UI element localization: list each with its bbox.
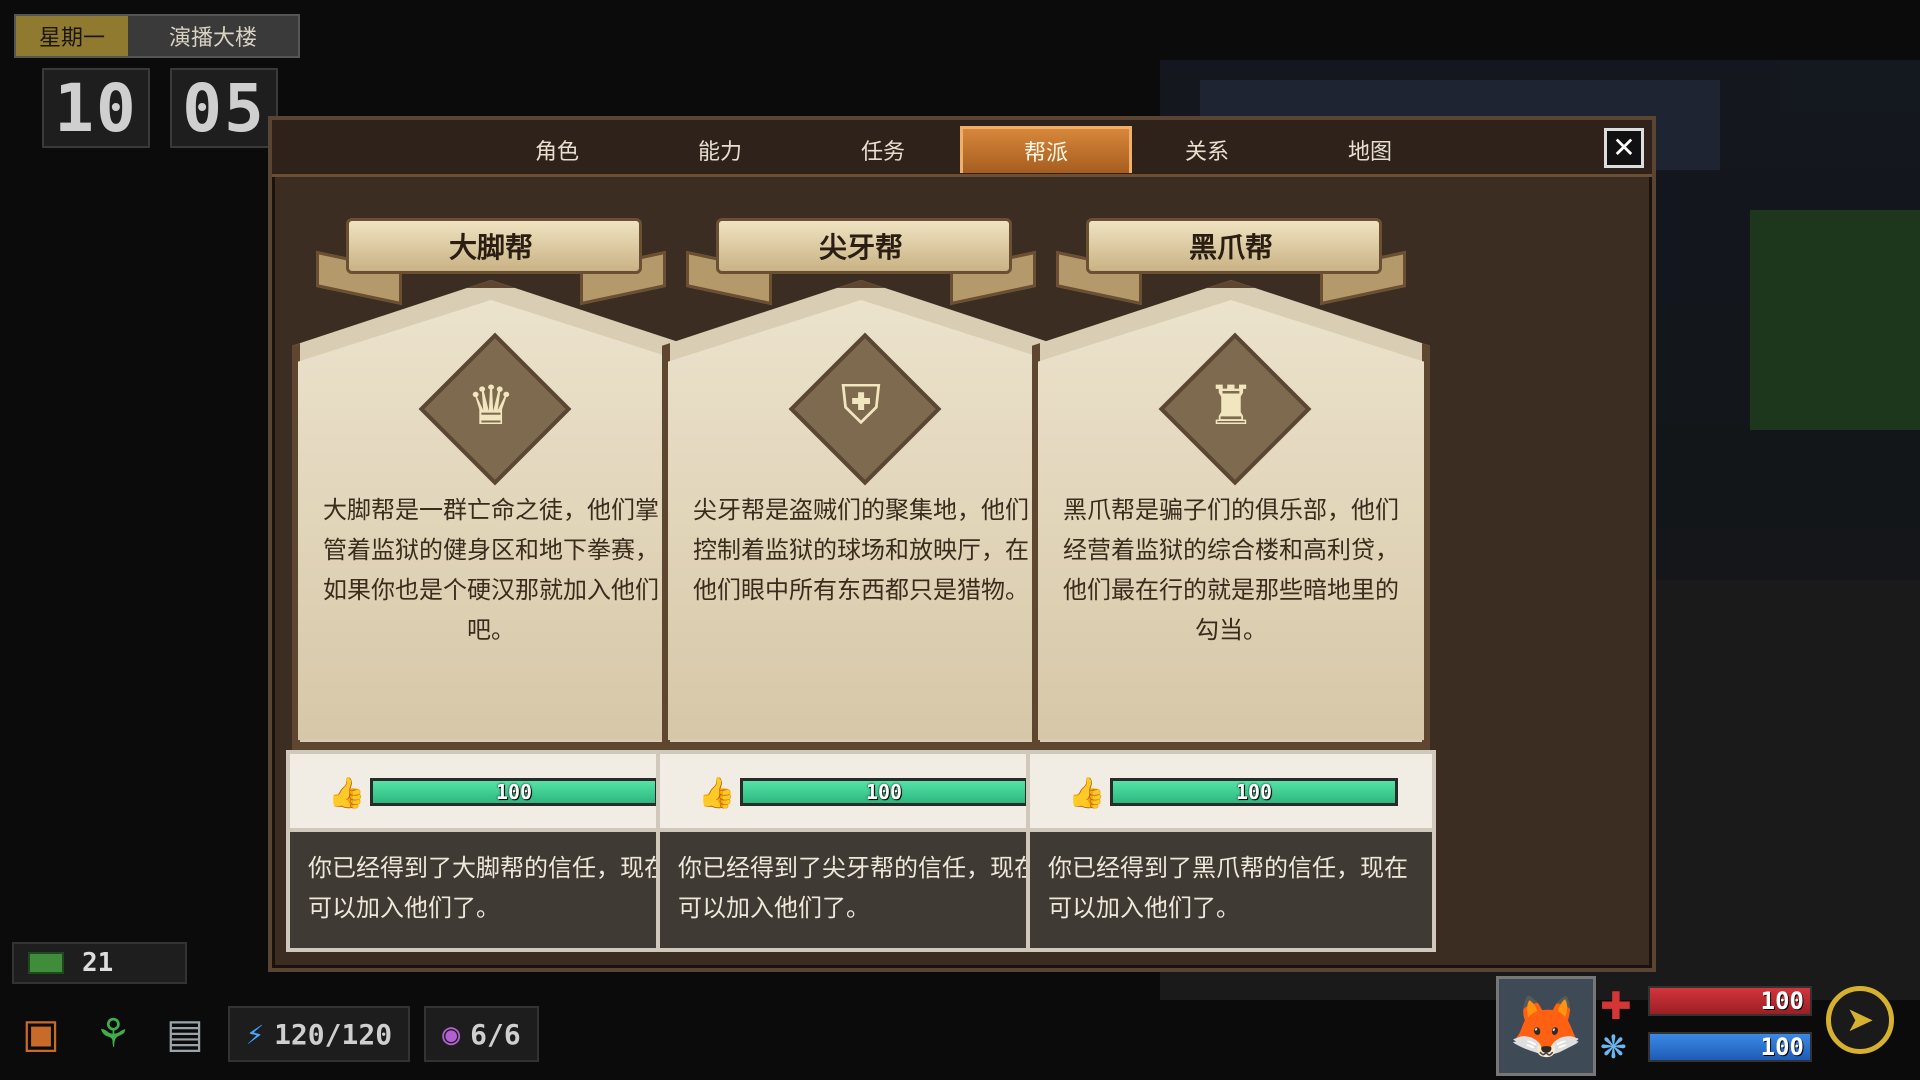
- player-portrait[interactable]: 🦊: [1496, 976, 1596, 1076]
- thumbs-up-icon: 👍: [698, 776, 736, 811]
- gang-name: 大脚帮: [448, 231, 533, 264]
- hud-bottom-left: ▣ ⚘ ▤ ⚡ 120/120 ◉ 6/6: [12, 1000, 618, 1068]
- tab-bar: 角色 能力 任务 帮派 关系 地图 ✕: [272, 120, 1652, 177]
- trust-meter: 👍 100: [286, 750, 696, 832]
- vision-stat: ◉ 6/6: [424, 1006, 539, 1062]
- eye-icon: ◉: [442, 1016, 461, 1052]
- gang-card-blackclaw: 黑爪帮 ♜ 黑爪帮是骗子们的俱乐部，他们经营着监狱的综合楼和高利贷，他们最在行的…: [1016, 190, 1446, 960]
- brain-icon: ❋: [1600, 1028, 1627, 1066]
- weekday-label: 星期一: [16, 16, 128, 56]
- clock-widget: 星期一 演播大楼 10 05: [14, 14, 300, 148]
- vision-value: 6/6: [470, 1017, 521, 1051]
- health-value: 100: [1760, 987, 1804, 1015]
- tab-abilities[interactable]: 能力: [637, 130, 803, 170]
- trust-status-text: 你已经得到了尖牙帮的信任，现在可以加入他们了。: [656, 832, 1066, 952]
- skip-time-icon[interactable]: ➤: [1826, 986, 1894, 1054]
- energy-icon: ⚡: [246, 1016, 265, 1052]
- tab-map[interactable]: 地图: [1287, 130, 1453, 170]
- cash-icon: [28, 952, 64, 974]
- gang-name: 尖牙帮: [818, 231, 903, 264]
- trust-value: 100: [495, 780, 533, 804]
- trust-status-text: 你已经得到了黑爪帮的信任，现在可以加入他们了。: [1026, 832, 1436, 952]
- trust-value: 100: [1235, 780, 1273, 804]
- claw-paw-icon: ♜: [1206, 373, 1256, 437]
- crown-hand-icon: ♛: [466, 373, 516, 437]
- notes-icon[interactable]: ▤: [156, 1005, 214, 1063]
- tab-gangs[interactable]: 帮派: [960, 126, 1132, 173]
- health-cross-icon: ✚: [1600, 984, 1632, 1028]
- thumbs-up-icon: 👍: [1068, 776, 1106, 811]
- money-value: 21: [82, 948, 114, 978]
- trust-bar: 100: [370, 778, 658, 806]
- close-button[interactable]: ✕: [1604, 128, 1644, 168]
- trust-bar: 100: [1110, 778, 1398, 806]
- gang-card-bigfoot: 大脚帮 ♛ 大脚帮是一群亡命之徒，他们掌管着监狱的健身区和地下拳赛，如果你也是个…: [276, 190, 706, 960]
- time-display: 10 05: [42, 68, 300, 148]
- clock-hour: 10: [42, 68, 150, 148]
- gang-description: 大脚帮是一群亡命之徒，他们掌管着监狱的健身区和地下拳赛，如果你也是个硬汉那就加入…: [323, 496, 659, 644]
- thumbs-up-icon: 👍: [328, 776, 366, 811]
- tab-character[interactable]: 角色: [474, 130, 640, 170]
- trust-meter: 👍 100: [656, 750, 1066, 832]
- mind-bar: 100: [1648, 1032, 1812, 1062]
- clock-minute: 05: [170, 68, 278, 148]
- clock-header: 星期一 演播大楼: [14, 14, 300, 58]
- background-green-wall: [1750, 210, 1920, 430]
- trust-value: 100: [865, 780, 903, 804]
- tab-relations[interactable]: 关系: [1124, 130, 1290, 170]
- gang-name: 黑爪帮: [1188, 231, 1273, 264]
- skill-tree-icon[interactable]: ⚘: [84, 1005, 142, 1063]
- tab-quests[interactable]: 任务: [800, 130, 966, 170]
- gang-banner: 黑爪帮: [1056, 200, 1406, 306]
- gang-description: 尖牙帮是盗贼们的聚集地，他们控制着监狱的球场和放映厅，在他们眼中所有东西都只是猎…: [693, 496, 1029, 604]
- backpack-icon[interactable]: ▣: [12, 1005, 70, 1063]
- gang-description: 黑爪帮是骗子们的俱乐部，他们经营着监狱的综合楼和高利贷，他们最在行的就是那些暗地…: [1063, 496, 1399, 644]
- fang-shield-icon: ⛨: [840, 373, 882, 436]
- money-display: 21: [12, 942, 187, 984]
- energy-stat: ⚡ 120/120: [228, 1006, 411, 1062]
- energy-value: 120/120: [274, 1017, 393, 1051]
- gang-banner: 尖牙帮: [686, 200, 1036, 306]
- gang-banner: 大脚帮: [316, 200, 666, 306]
- mind-value: 100: [1760, 1033, 1804, 1061]
- trust-meter: 👍 100: [1026, 750, 1436, 832]
- gang-panel: 角色 能力 任务 帮派 关系 地图 ✕ 大脚帮 ♛ 大脚帮是一群亡命之徒，他们掌…: [268, 116, 1656, 972]
- trust-bar: 100: [740, 778, 1028, 806]
- gang-card-fang: 尖牙帮 ⛨ 尖牙帮是盗贼们的聚集地，他们控制着监狱的球场和放映厅，在他们眼中所有…: [646, 190, 1076, 960]
- location-label: 演播大楼: [128, 16, 298, 56]
- health-bar: 100: [1648, 986, 1812, 1016]
- trust-status-text: 你已经得到了大脚帮的信任，现在可以加入他们了。: [286, 832, 696, 952]
